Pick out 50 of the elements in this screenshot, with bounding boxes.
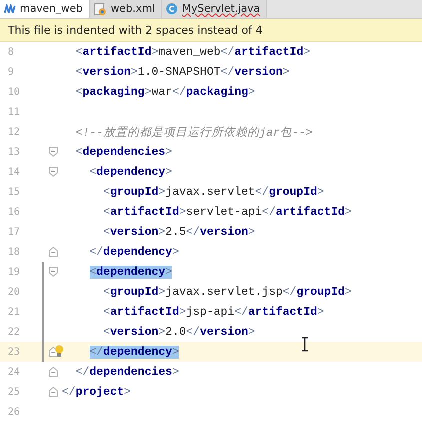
fold-icon[interactable] [48, 367, 58, 377]
code-line: </project> [62, 386, 132, 398]
code-line: <version>1.0-SNAPSHOT</version> [74, 66, 290, 78]
code-line: <groupId>javax.servlet</groupId> [102, 186, 324, 198]
line-number: 9 [8, 66, 14, 78]
line-number: 15 [8, 186, 20, 198]
line-number: 11 [8, 106, 20, 118]
code-line: <dependencies> [74, 146, 172, 158]
line-number: 13 [8, 146, 20, 158]
fold-icon[interactable] [48, 167, 58, 177]
fold-icon[interactable] [48, 347, 58, 357]
line-number: 12 [8, 126, 20, 138]
code-line: </dependency> [88, 246, 180, 258]
text-cursor-icon [301, 337, 309, 352]
line-number: 26 [8, 406, 20, 418]
code-line: <artifactId>servlet-api</artifactId> [102, 206, 352, 218]
line-number: 18 [8, 246, 20, 258]
code-line: <dependency> [88, 166, 172, 178]
maven-icon [4, 4, 16, 14]
line-number: 19 [8, 266, 20, 278]
code-line: <groupId>javax.servlet.jsp</groupId> [102, 286, 352, 298]
xml-file-icon [94, 2, 107, 16]
class-icon [166, 3, 178, 15]
line-number: 14 [8, 166, 20, 178]
file-tab[interactable]: web.xml [90, 0, 162, 18]
code-line: <version>2.0</version> [102, 326, 256, 338]
fold-icon[interactable] [48, 147, 58, 157]
fold-icon[interactable] [48, 267, 58, 277]
code-line: </dependencies> [74, 366, 180, 378]
line-number: 10 [8, 86, 20, 98]
fold-icon[interactable] [48, 247, 58, 257]
code-line: <version>2.5</version> [102, 226, 256, 238]
line-number: 24 [8, 366, 20, 378]
indent-notification: This file is indented with 2 spaces instead of 4 [0, 19, 422, 42]
code-line: <artifactId>jsp-api</artifactId> [102, 306, 324, 318]
code-line: <packaging>war</packaging> [74, 86, 256, 98]
line-number: 23 [8, 346, 20, 358]
code-line: <!--放置的都是项目运行所依赖的jar包--> [74, 126, 313, 140]
line-number: 8 [8, 46, 14, 58]
fold-icon[interactable] [48, 387, 58, 397]
line-number: 22 [8, 326, 20, 338]
line-number: 20 [8, 286, 20, 298]
line-number: 25 [8, 386, 20, 398]
file-tab[interactable]: maven_web [0, 0, 90, 18]
lightbulb-icon[interactable] [55, 345, 64, 358]
code-line: <artifactId>maven_web</artifactId> [74, 46, 310, 58]
file-tab[interactable]: MyServlet.java [162, 0, 268, 18]
line-number: 21 [8, 306, 20, 318]
line-number: 16 [8, 206, 20, 218]
line-number: 17 [8, 226, 20, 238]
